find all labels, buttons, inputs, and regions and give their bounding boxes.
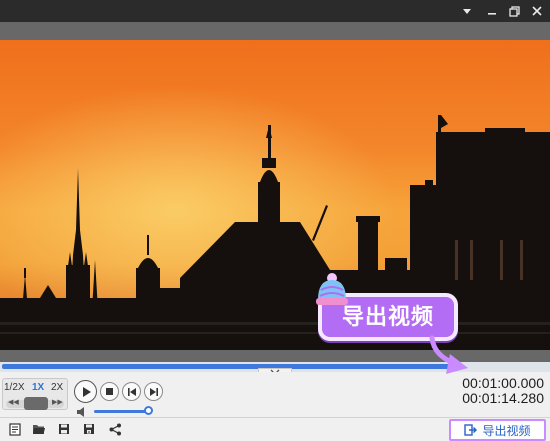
video-top-margin bbox=[0, 22, 550, 40]
open-folder-icon[interactable] bbox=[32, 422, 46, 436]
video-bottom-margin bbox=[0, 350, 550, 362]
new-project-icon[interactable] bbox=[8, 422, 22, 436]
total-time: 00:01:14.280 bbox=[462, 390, 544, 406]
speed-slider-handle[interactable] bbox=[24, 397, 48, 410]
export-video-button[interactable]: 导出视频 bbox=[449, 419, 546, 441]
export-icon bbox=[464, 424, 478, 436]
progress-fill bbox=[2, 364, 450, 369]
bottom-toolbar: 导出视频 bbox=[0, 417, 550, 441]
next-frame-button[interactable] bbox=[144, 382, 163, 401]
stop-button[interactable] bbox=[100, 382, 119, 401]
video-editor-app: 1/2X 1X 2X ◀◀ ▶▶ 00:01:00.000 00:01:14.2… bbox=[0, 0, 550, 441]
volume-slider-handle[interactable] bbox=[144, 406, 153, 415]
sunset-skyline-image bbox=[0, 40, 550, 350]
forward-icon[interactable]: ▶▶ bbox=[52, 398, 63, 406]
dropdown-arrow-icon[interactable] bbox=[456, 2, 478, 20]
volume-slider[interactable] bbox=[94, 410, 148, 413]
restore-icon[interactable] bbox=[503, 2, 525, 20]
play-button[interactable] bbox=[74, 380, 97, 403]
save-as-icon[interactable] bbox=[82, 422, 96, 436]
rewind-icon[interactable]: ◀◀ bbox=[8, 398, 19, 406]
minimize-icon[interactable] bbox=[481, 2, 503, 20]
current-time: 00:01:00.000 bbox=[462, 375, 544, 391]
close-icon[interactable] bbox=[526, 2, 548, 20]
play-icon bbox=[82, 386, 91, 397]
export-video-label: 导出视频 bbox=[482, 423, 531, 438]
speed-selector[interactable]: 1/2X 1X 2X ◀◀ ▶▶ bbox=[2, 378, 68, 410]
time-display: 00:01:00.000 00:01:14.280 bbox=[462, 376, 544, 406]
title-bar bbox=[0, 0, 550, 22]
prev-frame-icon bbox=[127, 387, 136, 396]
next-frame-icon bbox=[149, 387, 158, 396]
speed-option-half[interactable]: 1/2X bbox=[4, 382, 25, 393]
playback-controls: 1/2X 1X 2X ◀◀ ▶▶ 00:01:00.000 00:01:14.2… bbox=[0, 372, 550, 417]
video-preview[interactable] bbox=[0, 40, 550, 350]
speed-option-double[interactable]: 2X bbox=[51, 382, 63, 393]
share-icon[interactable] bbox=[108, 422, 122, 436]
save-icon[interactable] bbox=[57, 422, 71, 436]
speed-option-normal[interactable]: 1X bbox=[32, 382, 44, 393]
stop-icon bbox=[106, 388, 113, 395]
prev-frame-button[interactable] bbox=[122, 382, 141, 401]
